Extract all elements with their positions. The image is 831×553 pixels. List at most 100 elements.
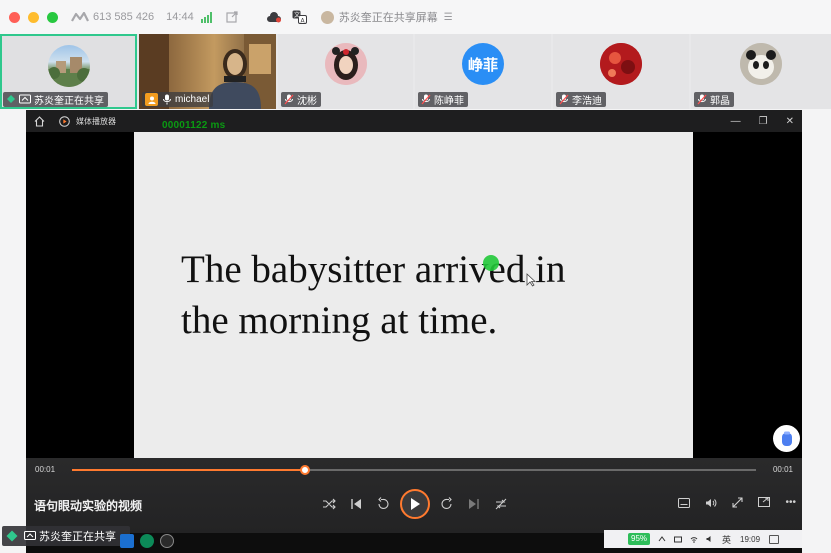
stimulus-sentence: The babysitter arrived in the morning at…: [181, 244, 565, 346]
avatar: [600, 43, 642, 85]
chevron-up-icon[interactable]: [658, 535, 666, 543]
media-player-app-icon: [59, 115, 70, 127]
screen-share-icon: [24, 531, 36, 540]
participant-name: 苏炎奎正在共享: [34, 96, 104, 107]
player-close-button[interactable]: ✕: [786, 116, 794, 127]
participant-name-tag: michael: [142, 92, 214, 107]
letterbox-left: [26, 132, 134, 468]
play-icon: [411, 498, 420, 510]
taskbar-app-icon[interactable]: [120, 534, 134, 548]
media-player-taskbar-icon[interactable]: [160, 534, 174, 548]
minimize-window-button[interactable]: [28, 11, 39, 23]
previous-track-icon[interactable]: [349, 497, 363, 511]
close-window-button[interactable]: [9, 11, 20, 23]
participant-tile-4[interactable]: 峥菲 陈峥菲: [415, 34, 551, 109]
meeting-logo-icon: [71, 12, 89, 22]
battery-indicator[interactable]: 95%: [628, 533, 651, 545]
avatar: [740, 43, 782, 85]
participant-name: 沈彬: [297, 96, 317, 107]
red-photo-icon: [600, 43, 642, 85]
user-badge-icon: [145, 93, 158, 106]
player-right-controls: •••: [678, 497, 796, 508]
participant-name: 郭晶: [710, 96, 730, 107]
svg-text:文: 文: [294, 11, 300, 19]
landscape-photo-icon: [47, 57, 90, 87]
forward-30-icon[interactable]: [440, 497, 454, 511]
fullscreen-icon[interactable]: [732, 497, 744, 508]
mini-player-icon[interactable]: [758, 497, 771, 508]
play-button[interactable]: [400, 489, 430, 519]
next-track-icon[interactable]: [467, 497, 481, 511]
mic-icon: [163, 94, 171, 105]
progress-knob[interactable]: [299, 465, 310, 475]
participant-tile-5[interactable]: 李浩迪: [553, 34, 689, 109]
video-frame[interactable]: The babysitter arrived in the morning at…: [134, 132, 693, 468]
participant-name-tag: 陈峥菲: [418, 92, 468, 107]
stimulus-timer: 00001122 ms: [162, 120, 226, 131]
screen-share-icon: [19, 94, 31, 104]
mic-muted-icon: [284, 94, 294, 105]
avatar: [47, 45, 90, 87]
share-menu-icon[interactable]: ☰: [444, 12, 453, 23]
subtitles-icon[interactable]: [678, 497, 691, 508]
maximize-window-button[interactable]: [47, 11, 58, 23]
external-share-icon[interactable]: [226, 11, 238, 23]
participant-tile-2[interactable]: michael: [139, 34, 276, 109]
mic-muted-icon: [559, 94, 569, 105]
cloud-record-icon[interactable]: [266, 11, 282, 23]
browser-icon[interactable]: [140, 534, 154, 548]
sentence-line-1: The babysitter arrived in: [181, 248, 566, 291]
window-controls: [9, 11, 58, 23]
gaze-point-marker: [483, 255, 499, 271]
player-control-bar: 00:01 00:01 语句眼动实验的视频 •••: [26, 458, 802, 533]
sentence-line-2: the morning at time.: [181, 299, 498, 342]
floating-assistant-button[interactable]: [773, 425, 800, 452]
input-method-indicator[interactable]: 英: [722, 533, 731, 546]
share-status-title: 苏炎奎正在共享屏幕: [338, 12, 438, 24]
notification-center-icon[interactable]: [769, 534, 780, 544]
more-options-icon[interactable]: •••: [785, 497, 796, 508]
assistant-icon: [781, 431, 792, 446]
participant-name: 李浩迪: [572, 96, 602, 107]
player-minimize-button[interactable]: —: [731, 116, 741, 127]
shuffle-icon[interactable]: [322, 497, 336, 511]
participant-name: 陈峥菲: [434, 96, 464, 107]
sharing-indicator-bar[interactable]: 苏炎奎正在共享: [2, 526, 130, 546]
participant-name-tag: 郭晶: [694, 92, 734, 107]
letterbox-right: [693, 132, 802, 468]
repeat-off-icon[interactable]: [494, 497, 508, 511]
rewind-10-icon[interactable]: [376, 497, 390, 511]
participant-name-tag: 苏炎奎正在共享: [3, 92, 108, 107]
mic-muted-icon: [697, 94, 707, 105]
participant-tile-1[interactable]: 苏炎奎正在共享: [0, 34, 137, 109]
network-icon[interactable]: [674, 535, 683, 543]
player-app-name: 媒体播放器: [76, 116, 116, 126]
media-player-window: 媒体播放器 — ❐ ✕ 00001122 ms The babysitter a…: [26, 110, 802, 553]
video-title: 语句眼动实验的视频: [34, 499, 143, 513]
portrait-photo-icon: [324, 43, 367, 85]
volume-icon[interactable]: [705, 498, 717, 508]
avatar: 峥菲: [462, 43, 504, 85]
sharer-avatar: [320, 10, 334, 24]
avatar: [324, 43, 367, 85]
meeting-id[interactable]: 613 585 426: [93, 11, 154, 23]
total-time: 00:01: [772, 465, 793, 474]
progress-fill: [72, 469, 305, 471]
sharing-indicator-label: 苏炎奎正在共享: [39, 531, 116, 543]
participant-tile-3[interactable]: 沈彬: [278, 34, 413, 109]
participant-tile-6[interactable]: 郭晶: [691, 34, 831, 109]
system-clock[interactable]: 19:09: [740, 535, 760, 544]
sharing-status-icon: [6, 530, 18, 542]
playback-controls: [322, 489, 508, 519]
mic-muted-icon: [421, 94, 431, 105]
translate-icon[interactable]: 文 A: [292, 10, 307, 24]
wifi-icon[interactable]: [690, 535, 698, 543]
player-restore-button[interactable]: ❐: [759, 116, 768, 127]
progress-bar[interactable]: [72, 465, 756, 475]
taskbar-apps: [120, 531, 174, 551]
home-icon[interactable]: [34, 115, 45, 127]
speaker-icon[interactable]: [706, 535, 714, 543]
meeting-titlebar: 613 585 426 14:44 文 A 苏炎奎正在共享屏幕 ☰: [0, 0, 831, 34]
system-tray: 95% 英 19:09: [604, 530, 802, 548]
signal-strength-icon[interactable]: [200, 11, 212, 23]
